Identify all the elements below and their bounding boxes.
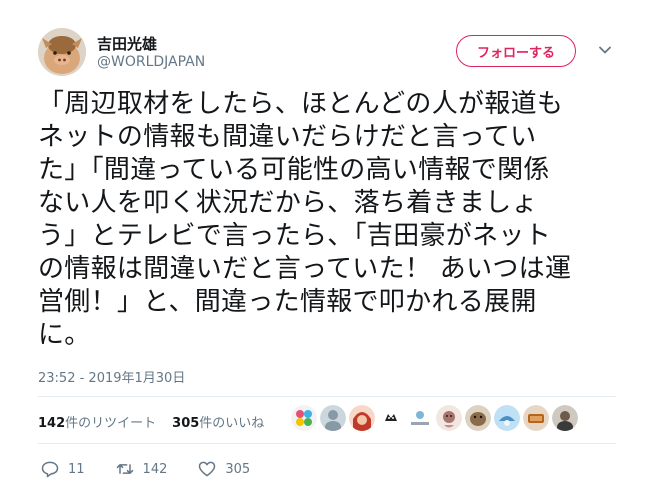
heart-icon <box>199 461 216 477</box>
tweet-text: 「周辺取材をしたら、ほとんどの人が報道も ネットの情報も間違いだらけだと言ってい… <box>38 89 572 350</box>
retweets-stat[interactable]: 142件のリツイート <box>38 412 156 431</box>
face-icon-8[interactable] <box>494 405 520 431</box>
liker-avatars <box>291 405 578 431</box>
likes-stat-count: 305 <box>172 416 200 431</box>
tweet-actions: 11 142 305 <box>40 459 280 479</box>
face-icon-1[interactable] <box>291 405 317 431</box>
display-name[interactable]: 吉田光雄 <box>97 33 157 54</box>
face-icon-4[interactable] <box>378 405 404 431</box>
face-icon-7[interactable] <box>465 405 491 431</box>
retweets-stat-count: 142 <box>38 416 66 431</box>
divider-bottom <box>38 443 616 444</box>
retweet-button[interactable]: 142 <box>115 459 168 479</box>
user-handle[interactable]: @WORLDJAPAN <box>97 54 205 70</box>
reply-icon <box>41 461 59 478</box>
face-icon-6[interactable] <box>436 405 462 431</box>
avatar[interactable] <box>38 28 86 76</box>
tweet-timestamp[interactable]: 23:52 - 2019年1月30日 <box>38 367 185 386</box>
face-icon-5[interactable] <box>407 405 433 431</box>
chevron-down-icon[interactable] <box>597 42 613 58</box>
reply-button[interactable]: 11 <box>40 459 85 479</box>
tweet-card: 吉田光雄 @WORLDJAPAN フォローする 「周辺取材をしたら、ほとんどの人… <box>0 0 650 501</box>
likes-stat[interactable]: 305件のいいね <box>172 412 264 431</box>
follow-button[interactable]: フォローする <box>456 35 576 67</box>
retweets-stat-label: 件のリツイート <box>65 416 157 431</box>
divider-top <box>38 396 616 397</box>
like-count: 305 <box>225 461 251 477</box>
like-button[interactable]: 305 <box>197 459 250 479</box>
face-icon-10[interactable] <box>552 405 578 431</box>
face-icon-2[interactable] <box>320 405 346 431</box>
reply-count: 11 <box>68 461 85 477</box>
retweet-icon <box>116 464 133 474</box>
face-icon-9[interactable] <box>523 405 549 431</box>
face-icon-3[interactable] <box>349 405 375 431</box>
retweet-count: 142 <box>142 461 168 477</box>
likes-stat-label: 件のいいね <box>199 416 265 431</box>
tweet-stats: 142件のリツイート 305件のいいね <box>38 412 264 431</box>
